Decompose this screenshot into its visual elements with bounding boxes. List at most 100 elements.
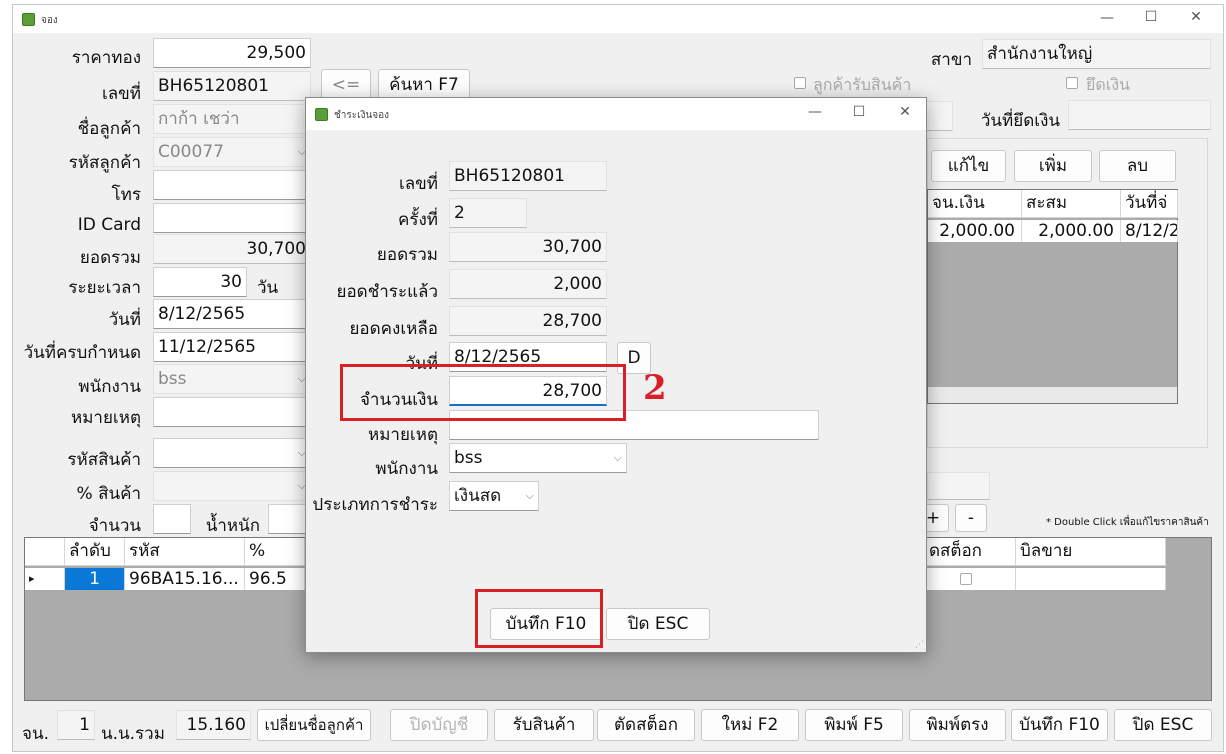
seize-date-label: วันที่ยึดเงิน xyxy=(980,111,1060,131)
dlg-remain-field[interactable]: 28,700 xyxy=(449,306,607,336)
save-highlight-box xyxy=(475,589,603,648)
window-title: จอง xyxy=(41,15,58,26)
pay-header-amount[interactable]: จน.เงิน xyxy=(928,190,1022,218)
total-label: ยอดรวม xyxy=(79,248,141,268)
dlg-doc-no-field[interactable]: BH65120801 xyxy=(449,161,607,191)
close-account-button[interactable]: ปิดบัญชี xyxy=(390,709,488,741)
item-cut-stock-cell[interactable] xyxy=(925,568,1016,590)
dialog-title-bar: ชำระเงินจอง — ☐ ✕ xyxy=(306,98,926,130)
customer-receive-checkbox[interactable] xyxy=(794,77,806,89)
qty-label: จำนวน xyxy=(88,516,141,536)
dialog-minimize-icon[interactable]: — xyxy=(795,104,835,120)
period-field[interactable]: 30 xyxy=(153,267,247,297)
items-header-seq[interactable]: ลำดับ xyxy=(65,538,125,566)
customer-code-label: รหัสลูกค้า xyxy=(68,153,141,173)
remark-field[interactable] xyxy=(153,397,311,427)
dialog-close-icon[interactable]: ✕ xyxy=(885,104,925,120)
receive-goods-button[interactable]: รับสินค้า xyxy=(494,709,594,741)
product-code-select[interactable]: ⌵ xyxy=(153,438,311,468)
dlg-paid-field[interactable]: 2,000 xyxy=(449,269,607,299)
close-icon[interactable]: ✕ xyxy=(1176,9,1216,25)
item-seq-cell[interactable]: 1 xyxy=(65,568,125,590)
remark-label: หมายเหตุ xyxy=(71,408,141,428)
cut-stock-button[interactable]: ตัดสต็อก xyxy=(597,709,695,741)
doc-no-field[interactable]: BH65120801 xyxy=(153,71,311,101)
gold-price-field[interactable]: 29,500 xyxy=(153,38,311,68)
minimize-icon[interactable]: — xyxy=(1087,10,1127,26)
qty-field[interactable] xyxy=(153,504,191,534)
dlg-remark-label: หมายเหตุ xyxy=(368,425,438,445)
pay-cell-accum[interactable]: 2,000.00 xyxy=(1022,220,1121,242)
print-direct-button[interactable]: พิมพ์ตรง xyxy=(909,709,1006,741)
item-percent-cell[interactable]: 96.5 xyxy=(245,568,305,590)
dlg-total-label: ยอดรวม xyxy=(376,245,438,265)
items-header-sale-bill[interactable]: บิลขาย xyxy=(1016,538,1166,566)
percent-select[interactable]: ⌵ xyxy=(153,471,311,501)
row-header-corner xyxy=(25,538,65,566)
items-header-code[interactable]: รหัส xyxy=(125,538,245,566)
horizontal-scrollbar[interactable] xyxy=(928,387,1177,403)
dialog-maximize-icon[interactable]: ☐ xyxy=(839,104,879,120)
seize-date-field[interactable] xyxy=(1068,100,1211,130)
new-button[interactable]: ใหม่ F2 xyxy=(701,709,799,741)
pay-cell-date[interactable]: 8/12/2 xyxy=(1121,220,1178,242)
close-button[interactable]: ปิด ESC xyxy=(1114,709,1212,741)
doc-no-label: เลขที่ xyxy=(101,84,141,104)
pay-cell-amount[interactable]: 2,000.00 xyxy=(928,220,1022,242)
maximize-icon[interactable]: ☐ xyxy=(1131,9,1171,25)
dlg-staff-select[interactable]: bss ⌵ xyxy=(449,443,627,473)
step-number: 2 xyxy=(643,368,667,408)
total-weight-field[interactable]: 15.160 xyxy=(176,710,251,740)
pay-header-accum[interactable]: สะสม xyxy=(1022,190,1121,218)
resize-grip-icon[interactable]: ⋰ xyxy=(915,640,924,650)
item-sale-bill-cell[interactable] xyxy=(1016,568,1166,590)
dlg-close-button[interactable]: ปิด ESC xyxy=(606,608,710,640)
customer-code-select[interactable]: C00077 ⌵ xyxy=(153,137,311,167)
period-unit: วัน xyxy=(257,278,279,298)
branch-field[interactable]: สำนักงานใหญ่ xyxy=(982,39,1211,69)
date-field[interactable]: 8/12/2565 xyxy=(153,299,311,329)
payment-grid[interactable]: จน.เงิน สะสม วันที่จ่ 2,000.00 2,000.00 … xyxy=(927,189,1178,404)
dlg-pay-type-select[interactable]: เงินสด ⌵ xyxy=(449,481,539,511)
dlg-pay-type-value: เงินสด xyxy=(454,486,502,506)
dlg-times-label: ครั้งที่ xyxy=(397,210,438,230)
seize-money-label: ยึดเงิน xyxy=(1086,75,1130,94)
count-field[interactable]: 1 xyxy=(57,710,95,740)
dlg-remain-label: ยอดคงเหลือ xyxy=(349,319,438,339)
period-label: ระยะเวลา xyxy=(68,278,141,298)
count-label: จน. xyxy=(22,724,49,744)
cut-stock-checkbox[interactable] xyxy=(960,573,972,585)
items-header-cut-stock[interactable]: ดสต็อก xyxy=(925,538,1016,566)
print-button[interactable]: พิมพ์ F5 xyxy=(805,709,903,741)
total-field[interactable]: 30,700 xyxy=(153,234,311,264)
staff-select[interactable]: bss ⌵ xyxy=(153,364,311,394)
customer-receive-label: ลูกค้ารับสินค้า xyxy=(813,75,912,94)
price-edit-note: * Double Click เพื่อแก้ไขราคาสินค้า xyxy=(1046,517,1209,528)
customer-extra-field[interactable] xyxy=(925,101,953,131)
dlg-times-field[interactable]: 2 xyxy=(449,198,527,228)
item-code-cell[interactable]: 96BA15.16... xyxy=(125,568,245,590)
total-weight-label: น.น.รวม xyxy=(101,724,165,744)
dlg-staff-label: พนักงาน xyxy=(375,459,438,479)
product-code-label: รหัสสินค้า xyxy=(67,450,141,470)
customer-name-label: ชื่อลูกค้า xyxy=(77,119,141,139)
customer-name-field[interactable]: กาก้า เชว่า xyxy=(153,104,311,134)
dlg-total-field[interactable]: 30,700 xyxy=(449,232,607,262)
seize-money-checkbox[interactable] xyxy=(1066,77,1078,89)
date-label: วันที่ xyxy=(108,310,141,330)
dialog-title: ชำระเงินจอง xyxy=(334,110,390,121)
customer-code-value: C00077 xyxy=(158,142,224,162)
items-header-percent[interactable]: % xyxy=(245,538,305,566)
change-customer-button[interactable]: เปลี่ยนชื่อลูกค้า xyxy=(257,709,371,741)
idcard-field[interactable] xyxy=(153,203,311,233)
gold-price-label: ราคาทอง xyxy=(71,48,141,68)
phone-field[interactable] xyxy=(153,170,311,200)
dlg-pay-type-label: ประเภทการชำระ xyxy=(312,495,438,515)
save-button[interactable]: บันทึก F10 xyxy=(1011,709,1108,741)
minus-button[interactable]: - xyxy=(955,504,987,532)
branch-label: สาขา xyxy=(930,50,972,70)
chevron-down-icon: ⌵ xyxy=(525,489,534,502)
due-date-field[interactable]: 11/12/2565 xyxy=(153,332,311,362)
aux-field[interactable] xyxy=(927,472,990,500)
pay-header-date[interactable]: วันที่จ่ xyxy=(1121,190,1178,218)
